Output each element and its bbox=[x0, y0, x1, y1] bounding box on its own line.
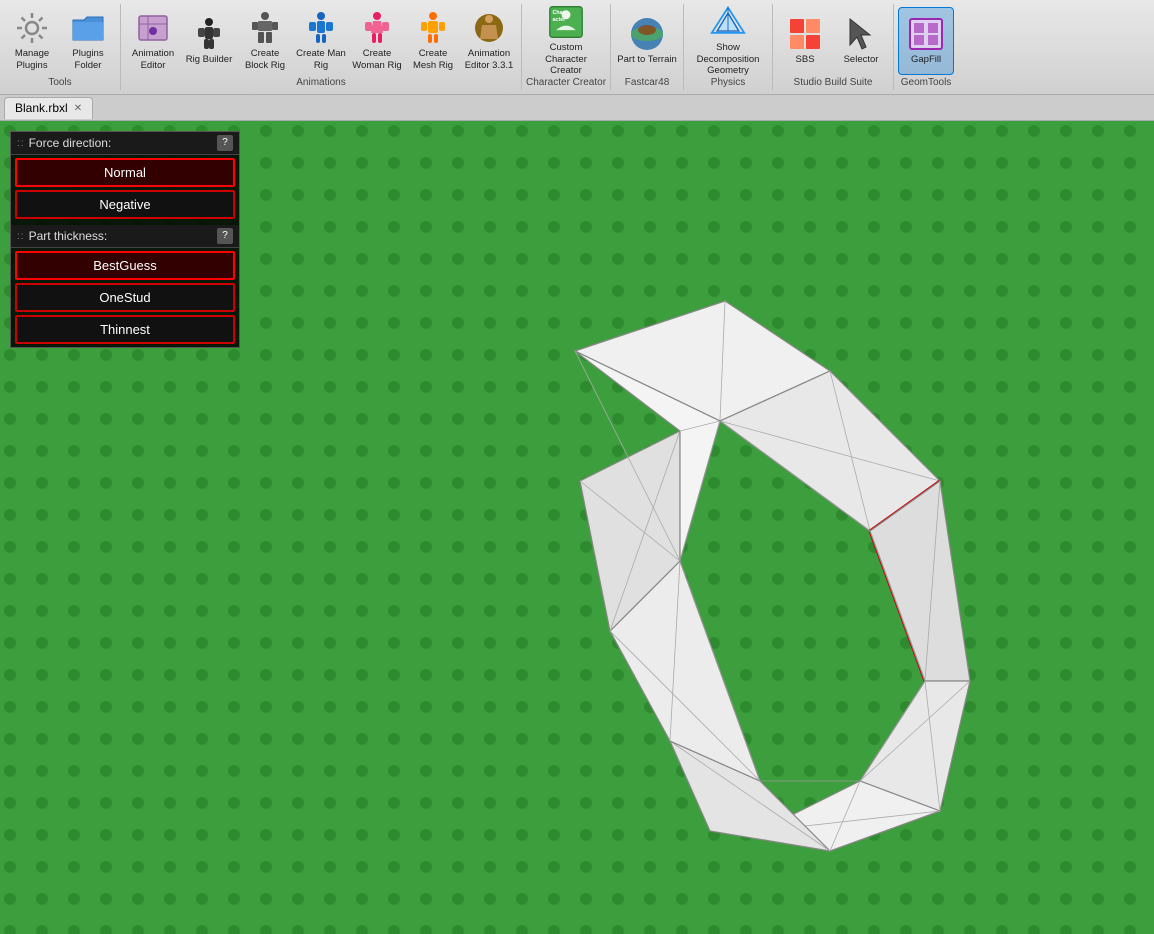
folder-icon bbox=[70, 10, 106, 46]
fastcar48-group-label: Fastcar48 bbox=[615, 77, 679, 88]
force-negative-button[interactable]: Negative bbox=[15, 190, 235, 219]
manage-plugins-label: Manage Plugins bbox=[6, 48, 58, 71]
thickness-bestguess-button[interactable]: BestGuess bbox=[15, 251, 235, 280]
create-mesh-rig-button[interactable]: Create Mesh Rig bbox=[405, 7, 461, 75]
decomp-icon bbox=[710, 4, 746, 40]
drag-handle-2: :: bbox=[17, 231, 25, 242]
sbs-button[interactable]: SBS bbox=[777, 7, 833, 75]
custom-character-button[interactable]: Char acter Custom CharacterCreator bbox=[532, 7, 600, 75]
shape-svg bbox=[380, 251, 1060, 931]
custom-char-icon: Char acter bbox=[548, 4, 584, 40]
plugins-folder-button[interactable]: Plugins Folder bbox=[60, 7, 116, 75]
sbs-icon bbox=[787, 16, 823, 52]
toolbar-group-animations: Animation Editor Rig Builder bbox=[121, 4, 522, 90]
rig-builder-icon bbox=[191, 16, 227, 52]
toolbar-group-tools: Manage Plugins Plugins Folder Tools bbox=[0, 4, 121, 90]
create-man-rig-label: Create Man Rig bbox=[295, 48, 347, 71]
svg-text:Char: Char bbox=[553, 10, 566, 16]
animation-editor-icon bbox=[135, 10, 171, 46]
tab-close-button[interactable]: ✕ bbox=[74, 103, 82, 114]
side-panel: :: Force direction: ? Normal Negative ::… bbox=[10, 131, 240, 348]
create-woman-rig-label: Create Woman Rig bbox=[351, 48, 403, 71]
gapfill-button[interactable]: GapFill bbox=[898, 7, 954, 75]
animation-editor-331-button[interactable]: Animation Editor 3.3.1 bbox=[461, 7, 517, 75]
block-rig-icon bbox=[247, 10, 283, 46]
tools-group-label: Tools bbox=[4, 77, 116, 88]
create-block-rig-label: Create Block Rig bbox=[239, 48, 291, 71]
tabbar: Blank.rbxl ✕ bbox=[0, 95, 1154, 121]
selector-button[interactable]: Selector bbox=[833, 7, 889, 75]
animation-editor-331-label: Animation Editor 3.3.1 bbox=[463, 48, 515, 71]
animations-group-label: Animations bbox=[125, 77, 517, 88]
thickness-thinnest-button[interactable]: Thinnest bbox=[15, 315, 235, 344]
rig-builder-button[interactable]: Rig Builder bbox=[181, 7, 237, 75]
toolbar-group-sbs: SBS Selector Studio Build Suite bbox=[773, 4, 894, 90]
force-direction-header: :: Force direction: ? bbox=[11, 132, 239, 155]
force-direction-title: Force direction: bbox=[29, 136, 112, 150]
3d-shape bbox=[380, 251, 1060, 931]
selector-icon bbox=[843, 16, 879, 52]
toolbar-group-physics: Show Decomposition Geometry Physics bbox=[684, 4, 773, 90]
toolbar: Manage Plugins Plugins Folder Tools bbox=[0, 0, 1154, 95]
toolbar-group-fastcar48: Part to Terrain Fastcar48 bbox=[611, 4, 684, 90]
create-man-rig-button[interactable]: Create Man Rig bbox=[293, 7, 349, 75]
toolbar-group-char-creator: Char acter Custom CharacterCreator Chara… bbox=[522, 4, 611, 90]
create-woman-rig-button[interactable]: Create Woman Rig bbox=[349, 7, 405, 75]
drag-handle: :: bbox=[17, 138, 25, 149]
show-decomp-label: Show Decomposition Geometry bbox=[690, 42, 766, 76]
rig-builder-label: Rig Builder bbox=[186, 54, 232, 65]
selector-label: Selector bbox=[844, 54, 879, 65]
force-normal-button[interactable]: Normal bbox=[15, 158, 235, 187]
gapfill-label: GapFill bbox=[911, 54, 941, 65]
part-to-terrain-button[interactable]: Part to Terrain bbox=[615, 7, 679, 75]
manage-plugins-button[interactable]: Manage Plugins bbox=[4, 7, 60, 75]
sbs-group-label: Studio Build Suite bbox=[777, 77, 889, 88]
part-thickness-section: :: Part thickness: ? BestGuess OneStud T… bbox=[11, 225, 239, 344]
animation-editor-label: Animation Editor bbox=[127, 48, 179, 71]
gapfill-icon bbox=[908, 16, 944, 52]
sbs-label: SBS bbox=[796, 54, 815, 65]
geomtools-group-label: GeomTools bbox=[898, 77, 954, 88]
force-direction-section: :: Force direction: ? Normal Negative bbox=[11, 132, 239, 219]
part-thickness-help[interactable]: ? bbox=[217, 228, 233, 244]
create-block-rig-button[interactable]: Create Block Rig bbox=[237, 7, 293, 75]
physics-group-label: Physics bbox=[688, 77, 768, 88]
part-to-terrain-icon bbox=[629, 16, 665, 52]
animation-editor-button[interactable]: Animation Editor bbox=[125, 7, 181, 75]
thickness-onestud-button[interactable]: OneStud bbox=[15, 283, 235, 312]
part-to-terrain-label: Part to Terrain bbox=[617, 54, 677, 65]
gear-icon bbox=[14, 10, 50, 46]
woman-rig-icon bbox=[359, 10, 395, 46]
toolbar-group-geomtools: GapFill GeomTools bbox=[894, 4, 958, 90]
tab-label: Blank.rbxl bbox=[15, 101, 68, 115]
force-direction-help[interactable]: ? bbox=[217, 135, 233, 151]
part-thickness-header: :: Part thickness: ? bbox=[11, 225, 239, 248]
char-creator-group-label: Character Creator bbox=[526, 77, 606, 88]
create-mesh-rig-label: Create Mesh Rig bbox=[407, 48, 459, 71]
mesh-rig-icon bbox=[415, 10, 451, 46]
svg-text:acter: acter bbox=[553, 18, 567, 24]
tab-blank-rbxl[interactable]: Blank.rbxl ✕ bbox=[4, 97, 93, 119]
show-decomp-button[interactable]: Show Decomposition Geometry bbox=[688, 7, 768, 75]
man-rig-icon bbox=[303, 10, 339, 46]
viewport: :: Force direction: ? Normal Negative ::… bbox=[0, 121, 1154, 934]
animation-editor-331-icon bbox=[471, 10, 507, 46]
part-thickness-title: Part thickness: bbox=[29, 229, 108, 243]
plugins-folder-label: Plugins Folder bbox=[62, 48, 114, 71]
custom-char-label: Custom CharacterCreator bbox=[534, 42, 598, 76]
